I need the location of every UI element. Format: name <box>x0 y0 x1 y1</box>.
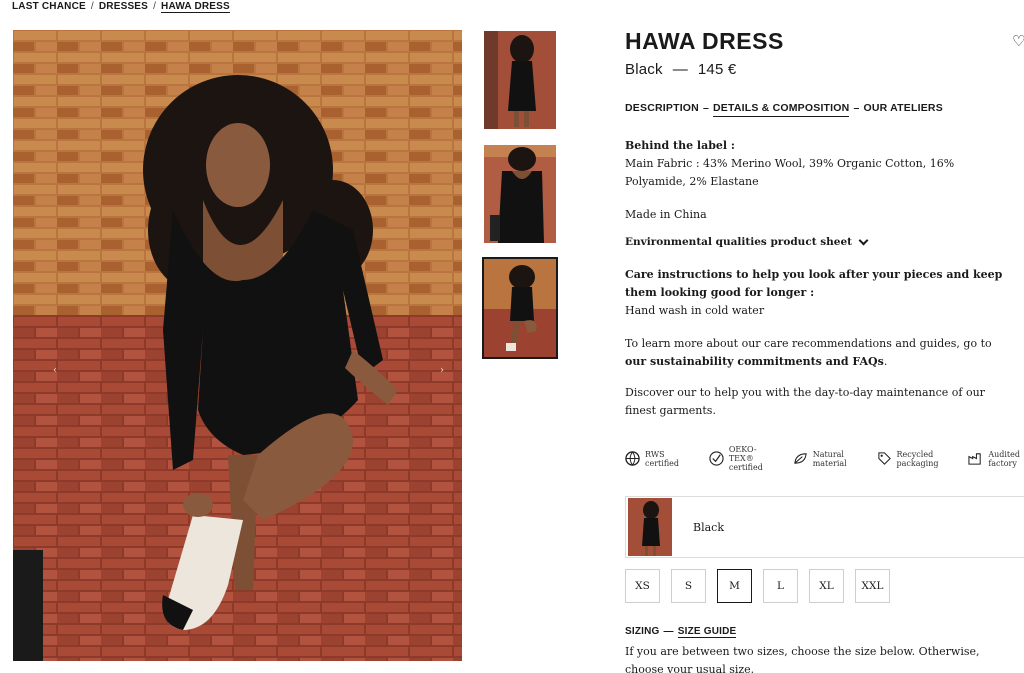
swatch-photo <box>628 498 672 556</box>
carousel-next-arrow[interactable]: › <box>440 365 444 376</box>
size-m-selected[interactable]: M <box>717 569 752 603</box>
tab-description[interactable]: DESCRIPTION <box>625 102 699 117</box>
rws-globe-icon <box>625 451 640 466</box>
sizing-advice: If you are between two sizes, choose the… <box>625 645 980 673</box>
learn-more-suffix: . <box>883 355 888 368</box>
tab-our-ateliers[interactable]: OUR ATELIERS <box>864 102 943 117</box>
badge-text: RWS certified <box>645 449 680 468</box>
thumbnail-2[interactable] <box>484 145 556 243</box>
leaf-icon <box>793 453 807 464</box>
product-color: Black <box>625 61 663 78</box>
size-selector: XS S M L XL XXL <box>625 569 890 603</box>
learn-more-text: To learn more about our care recommendat… <box>625 335 1010 371</box>
model-photo-illustration <box>13 30 462 661</box>
badge-natural-material: Natural material <box>793 445 847 472</box>
color-option-black[interactable]: Black <box>625 496 1024 558</box>
color-label: Black <box>693 520 724 534</box>
breadcrumb: LAST CHANCE / DRESSES / HAWA DRESS <box>12 1 230 13</box>
color-swatch-image <box>628 498 672 556</box>
sizing-dash: — <box>663 626 674 637</box>
badge-audited-factory: Audited factory <box>968 445 1020 472</box>
breadcrumb-current[interactable]: HAWA DRESS <box>161 1 230 13</box>
sizing-label: SIZING <box>625 626 660 637</box>
badge-oeko-tex: OEKO- TEX® certified <box>709 445 763 472</box>
size-guide-link[interactable]: SIZE GUIDE <box>677 626 737 638</box>
product-subtitle: Black — 145 € <box>625 61 736 78</box>
made-in: Made in China <box>625 208 707 221</box>
discover-text: Discover our to help you with the day-to… <box>625 386 985 417</box>
thumbnail-photo <box>484 145 556 243</box>
environmental-qualities-toggle[interactable]: Environmental qualities product sheet <box>625 235 869 248</box>
care-text: Hand wash in cold water <box>625 304 765 317</box>
factory-icon <box>968 453 982 465</box>
check-circle-icon <box>709 451 724 466</box>
care-heading: Care instructions to help you look after… <box>625 268 1003 299</box>
carousel-prev-arrow[interactable]: ‹ <box>53 365 57 376</box>
tab-details-composition[interactable]: DETAILS & COMPOSITION <box>713 102 850 117</box>
breadcrumb-separator: / <box>90 1 94 12</box>
badge-rws: RWS certified <box>625 445 679 472</box>
chevron-down-icon <box>858 235 869 245</box>
tab-separator: – <box>702 102 710 114</box>
fabric-composition: Main Fabric : 43% Merino Wool, 39% Organ… <box>625 157 955 188</box>
size-s[interactable]: S <box>671 569 706 603</box>
badge-text: OEKO- TEX® certified <box>728 445 763 472</box>
learn-more-prefix: To learn more about our care recommendat… <box>625 337 992 350</box>
badge-text: Audited factory <box>988 449 1020 468</box>
size-xl[interactable]: XL <box>809 569 844 603</box>
badge-text: Recycled packaging <box>896 449 939 468</box>
thumbnail-3-selected[interactable] <box>482 257 558 359</box>
env-label: Environmental qualities product sheet <box>625 236 852 248</box>
product-title: HAWA DRESS <box>625 28 784 54</box>
badge-text: Natural material <box>812 449 847 468</box>
breadcrumb-last-chance[interactable]: LAST CHANCE <box>12 1 86 13</box>
thumbnail-photo <box>484 31 556 129</box>
product-price: 145 € <box>697 61 737 78</box>
tag-icon <box>877 452 891 465</box>
tab-separator: – <box>853 102 860 114</box>
sustainability-link[interactable]: our sustainability commitments and FAQs <box>625 355 884 368</box>
size-xs[interactable]: XS <box>625 569 660 603</box>
breadcrumb-separator: / <box>153 1 157 12</box>
subtitle-dash: — <box>672 61 688 78</box>
heart-icon[interactable]: ♡ <box>1012 32 1024 50</box>
main-product-photo[interactable]: ‹ › <box>13 30 462 661</box>
badge-recycled-packaging: Recycled packaging <box>877 445 939 472</box>
behind-label-heading: Behind the label : <box>625 139 735 152</box>
sizing-header: SIZING — SIZE GUIDE <box>625 626 737 638</box>
thumbnail-photo <box>484 259 556 357</box>
breadcrumb-dresses[interactable]: DRESSES <box>99 1 148 13</box>
size-xxl[interactable]: XXL <box>855 569 890 603</box>
info-tabs: DESCRIPTION – DETAILS & COMPOSITION – OU… <box>625 102 943 117</box>
thumbnail-1[interactable] <box>484 31 556 129</box>
size-l[interactable]: L <box>763 569 798 603</box>
certification-badges: RWS certified OEKO- TEX® certified Natural m… <box>625 445 1020 472</box>
